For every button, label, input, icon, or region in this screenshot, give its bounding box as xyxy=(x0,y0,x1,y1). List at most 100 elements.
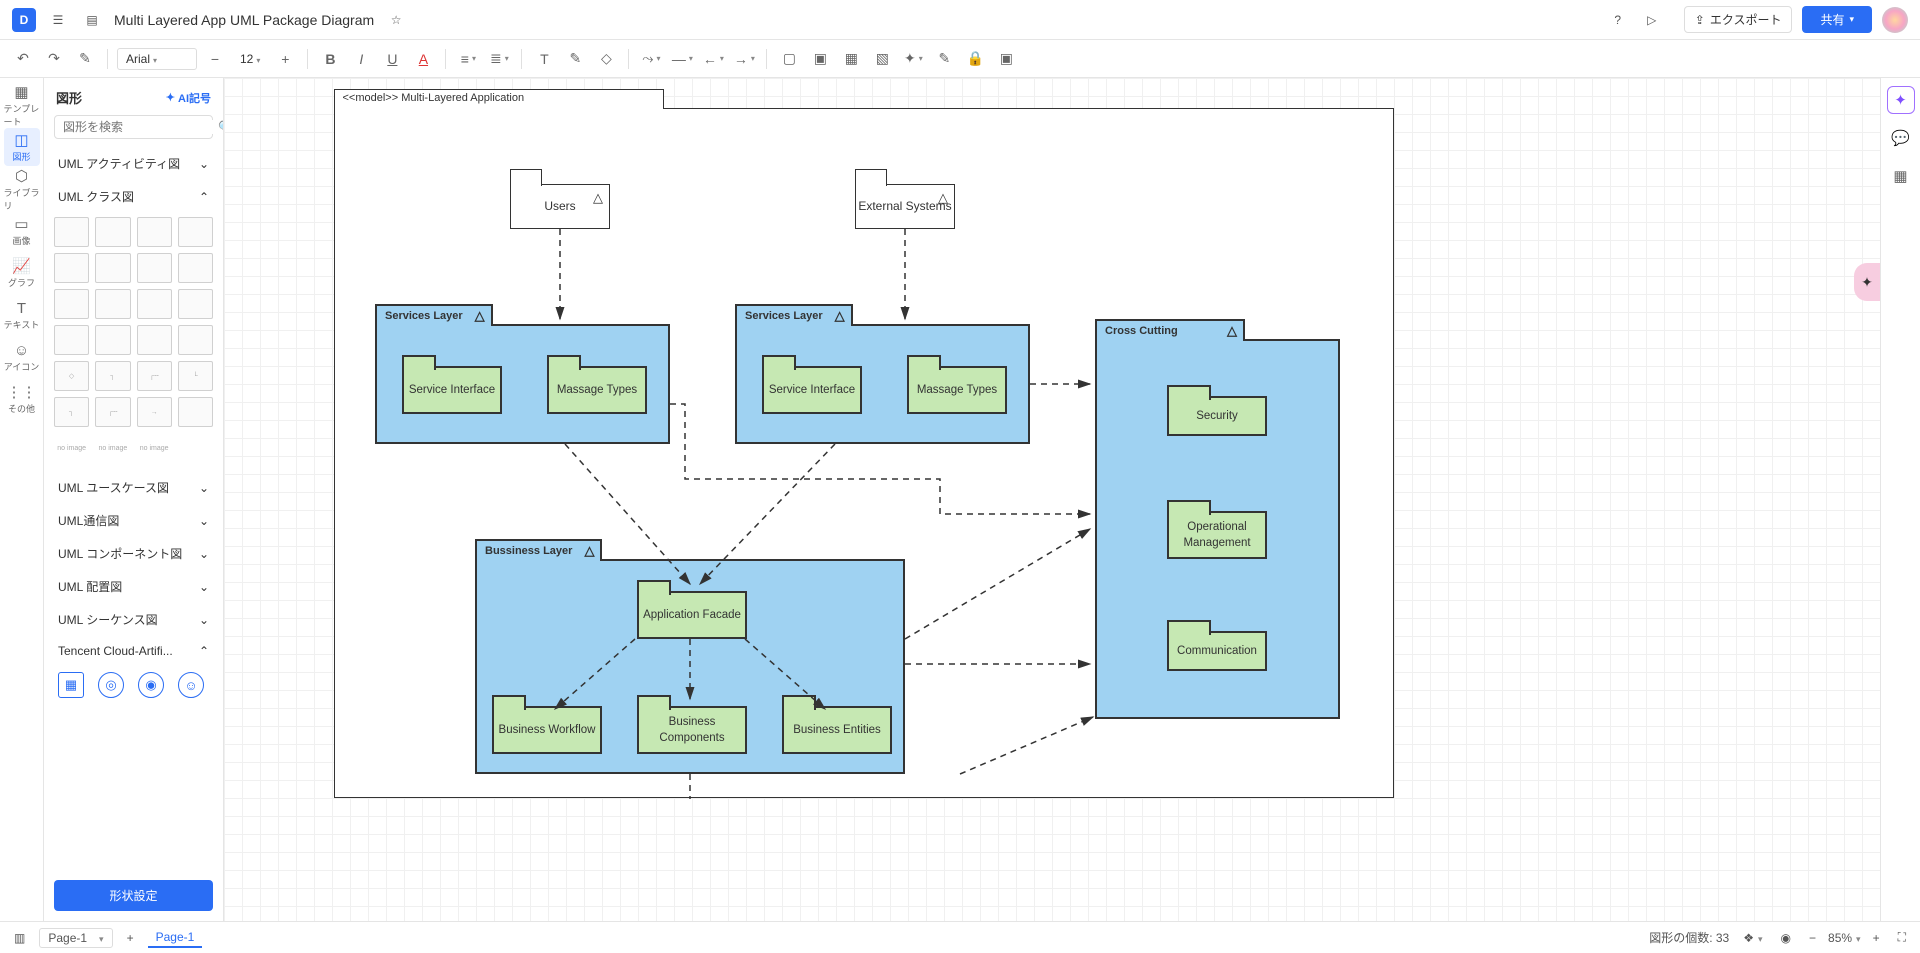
shape-item[interactable]: └ xyxy=(178,361,213,391)
lock-button[interactable]: 🔒 xyxy=(962,46,988,72)
italic-button[interactable]: I xyxy=(348,46,374,72)
bold-button[interactable]: B xyxy=(317,46,343,72)
shape-item[interactable] xyxy=(95,325,130,355)
shape-item[interactable]: ┐ xyxy=(54,397,89,427)
model-frame[interactable]: <<model>> Multi-Layered Application User… xyxy=(334,108,1394,798)
app-logo[interactable]: D xyxy=(12,8,36,32)
line-style-button[interactable]: — xyxy=(669,46,695,72)
cat-deploy[interactable]: UML 配置図⌄ xyxy=(54,570,213,603)
rail-icon[interactable]: ☺アイコン xyxy=(4,338,40,376)
shape-item[interactable] xyxy=(54,253,89,283)
search-input[interactable] xyxy=(63,120,218,134)
page-list-icon[interactable]: ▥ xyxy=(10,929,29,947)
font-size-input[interactable]: 12 xyxy=(230,49,270,69)
shape-item[interactable] xyxy=(178,325,213,355)
shape-item[interactable] xyxy=(137,325,172,355)
cat-tencent[interactable]: Tencent Cloud-Artifi...⌃ xyxy=(54,636,213,666)
menu-icon[interactable]: ☰ xyxy=(46,8,70,32)
shape-item[interactable] xyxy=(54,217,89,247)
shape-item[interactable] xyxy=(95,253,130,283)
pkg-services-2[interactable]: Services Layer△ Service Interface Massag… xyxy=(735,324,1030,444)
shape-item[interactable]: no image xyxy=(137,433,172,463)
cat-activity[interactable]: UML アクティビティ図⌄ xyxy=(54,147,213,180)
rail-shapes[interactable]: ◫図形 xyxy=(4,128,40,166)
layers-button[interactable]: ❖ xyxy=(1739,929,1766,947)
shape-settings-button[interactable]: 形状設定 xyxy=(54,880,213,911)
pkg-communication[interactable]: Communication xyxy=(1167,631,1267,671)
tencent-shape[interactable]: ◉ xyxy=(138,672,164,698)
user-avatar[interactable] xyxy=(1882,7,1908,33)
format-painter-button[interactable]: ✎ xyxy=(72,46,98,72)
align-vertical-button[interactable]: ≣ xyxy=(486,46,512,72)
group-button[interactable]: ▦ xyxy=(838,46,864,72)
rail-other[interactable]: ⋮⋮その他 xyxy=(4,380,40,418)
rail-image[interactable]: ▭画像 xyxy=(4,212,40,250)
fullscreen-button[interactable]: ⛶ xyxy=(1894,928,1910,947)
smart-button[interactable]: ✦ xyxy=(900,46,926,72)
page-select[interactable]: Page-1 xyxy=(39,928,112,948)
save-icon[interactable]: ▤ xyxy=(80,8,104,32)
zoom-level[interactable]: 85% xyxy=(1828,931,1861,945)
shape-item[interactable] xyxy=(54,289,89,319)
grid-button[interactable]: ▦ xyxy=(1887,162,1915,190)
shape-item[interactable] xyxy=(178,253,213,283)
pen-tool-button[interactable]: ✎ xyxy=(562,46,588,72)
crop-button[interactable]: ▣ xyxy=(993,46,1019,72)
shape-item[interactable] xyxy=(178,289,213,319)
shape-item[interactable]: ◇ xyxy=(54,361,89,391)
ungroup-button[interactable]: ▧ xyxy=(869,46,895,72)
rail-library[interactable]: ⬡ライブラリ xyxy=(4,170,40,208)
add-page-button[interactable]: + xyxy=(123,929,138,947)
underline-button[interactable]: U xyxy=(379,46,405,72)
edit-button[interactable]: ✎ xyxy=(931,46,957,72)
cat-usecase[interactable]: UML ユースケース図⌄ xyxy=(54,471,213,504)
pkg-app-facade[interactable]: Application Facade xyxy=(637,591,747,639)
pkg-crosscutting[interactable]: Cross Cutting△ Security Operational Mana… xyxy=(1095,339,1340,719)
pkg-service-interface-1[interactable]: Service Interface xyxy=(402,366,502,414)
pkg-biz-components[interactable]: Business Components xyxy=(637,706,747,754)
pkg-external[interactable]: External Systems△ xyxy=(855,184,955,229)
shape-item[interactable]: no image xyxy=(54,433,89,463)
canvas[interactable]: <<model>> Multi-Layered Application User… xyxy=(224,78,1880,921)
shape-item[interactable] xyxy=(178,397,213,427)
shape-item[interactable] xyxy=(95,217,130,247)
tencent-shape[interactable]: ◎ xyxy=(98,672,124,698)
cat-comm[interactable]: UML通信図⌄ xyxy=(54,504,213,537)
page-tab[interactable]: Page-1 xyxy=(148,928,203,948)
pkg-op-management[interactable]: Operational Management xyxy=(1167,511,1267,559)
export-button[interactable]: ⇪エクスポート xyxy=(1684,6,1793,33)
pkg-biz-workflow[interactable]: Business Workflow xyxy=(492,706,602,754)
cat-sequence[interactable]: UML シーケンス図⌄ xyxy=(54,603,213,636)
layer-front-button[interactable]: ▣ xyxy=(807,46,833,72)
shape-item[interactable] xyxy=(178,217,213,247)
shape-item[interactable] xyxy=(54,325,89,355)
zoom-in-button[interactable]: + xyxy=(1869,929,1884,947)
shape-item[interactable]: → xyxy=(137,397,172,427)
star-icon[interactable]: ☆ xyxy=(384,8,408,32)
play-icon[interactable]: ▷ xyxy=(1640,8,1664,32)
zoom-out-button[interactable]: − xyxy=(1805,929,1820,947)
ai-symbol-link[interactable]: ✦ AI記号 xyxy=(166,90,211,106)
comment-button[interactable]: 💬 xyxy=(1887,124,1915,152)
font-increase-button[interactable]: + xyxy=(272,46,298,72)
pkg-biz-entities[interactable]: Business Entities xyxy=(782,706,892,754)
shape-item[interactable]: ┐ xyxy=(95,361,130,391)
font-decrease-button[interactable]: − xyxy=(202,46,228,72)
arrow-start-button[interactable]: ← xyxy=(700,46,726,72)
shape-item[interactable] xyxy=(137,217,172,247)
undo-button[interactable]: ↶ xyxy=(10,46,36,72)
shape-item[interactable]: ┌╌ xyxy=(95,397,130,427)
pkg-security[interactable]: Security xyxy=(1167,396,1267,436)
pkg-users[interactable]: Users△ xyxy=(510,184,610,229)
shape-item[interactable]: ┌╌ xyxy=(137,361,172,391)
pkg-massage-types-2[interactable]: Massage Types xyxy=(907,366,1007,414)
pkg-service-interface-2[interactable]: Service Interface xyxy=(762,366,862,414)
rail-template[interactable]: ▦テンプレート xyxy=(4,86,40,124)
text-tool-button[interactable]: T xyxy=(531,46,557,72)
rail-text[interactable]: Tテキスト xyxy=(4,296,40,334)
cat-component[interactable]: UML コンポーネント図⌄ xyxy=(54,537,213,570)
align-horizontal-button[interactable]: ≡ xyxy=(455,46,481,72)
cat-class[interactable]: UML クラス図⌃ xyxy=(54,180,213,213)
redo-button[interactable]: ↷ xyxy=(41,46,67,72)
pkg-business[interactable]: Bussiness Layer△ Application Facade Busi… xyxy=(475,559,905,774)
